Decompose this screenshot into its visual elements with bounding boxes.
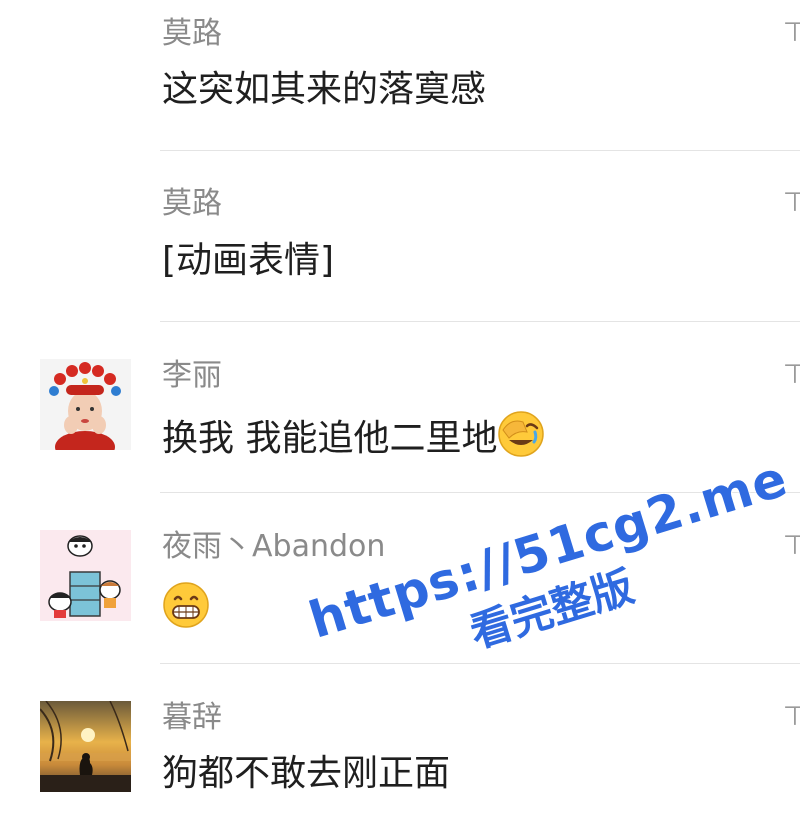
comment-item[interactable]: 暮辞 狗都不敢去刚正面 丅 <box>0 664 800 822</box>
comment-author[interactable]: 莫路 <box>162 186 222 222</box>
avatar[interactable] <box>40 701 131 792</box>
reply-icon[interactable]: 丅 <box>784 184 800 216</box>
comment-author[interactable]: 莫路 <box>162 16 222 52</box>
comment-item[interactable]: 莫路 [动画表情] 丅 <box>0 151 800 321</box>
grinning-teeth-emoji <box>162 581 210 640</box>
comment-item[interactable]: 夜雨丶Abandon 丅 <box>0 493 800 663</box>
face-palm-laughing-emoji <box>497 410 545 469</box>
comment-text: 这突如其来的落寞感 <box>162 69 487 110</box>
comment-author[interactable]: 李丽 <box>162 358 222 394</box>
comment-author[interactable]: 夜雨丶Abandon <box>162 529 385 565</box>
comment-message: 换我 我能追他二里地 <box>162 410 545 469</box>
reply-icon[interactable]: 丅 <box>784 698 800 730</box>
reply-icon[interactable]: 丅 <box>784 527 800 559</box>
child-opera-costume-avatar <box>40 359 131 450</box>
reply-icon[interactable]: 丅 <box>784 356 800 388</box>
avatar[interactable] <box>40 530 131 621</box>
cartoon-kids-avatar <box>40 530 131 621</box>
comment-author[interactable]: 暮辞 <box>162 700 222 736</box>
avatar[interactable] <box>40 359 131 450</box>
comment-text: 狗都不敢去刚正面 <box>162 753 451 794</box>
sunset-dog-avatar <box>40 701 131 792</box>
comment-item[interactable]: 李丽 换我 我能追他二里地 丅 <box>0 322 800 492</box>
comment-item[interactable]: 莫路 这突如其来的落寞感 丅 <box>0 0 800 150</box>
comment-message <box>162 581 210 640</box>
reply-icon[interactable]: 丅 <box>784 14 800 46</box>
comment-text: 换我 我能追他二里地 <box>162 418 498 459</box>
comment-text: [动画表情] <box>162 240 335 281</box>
